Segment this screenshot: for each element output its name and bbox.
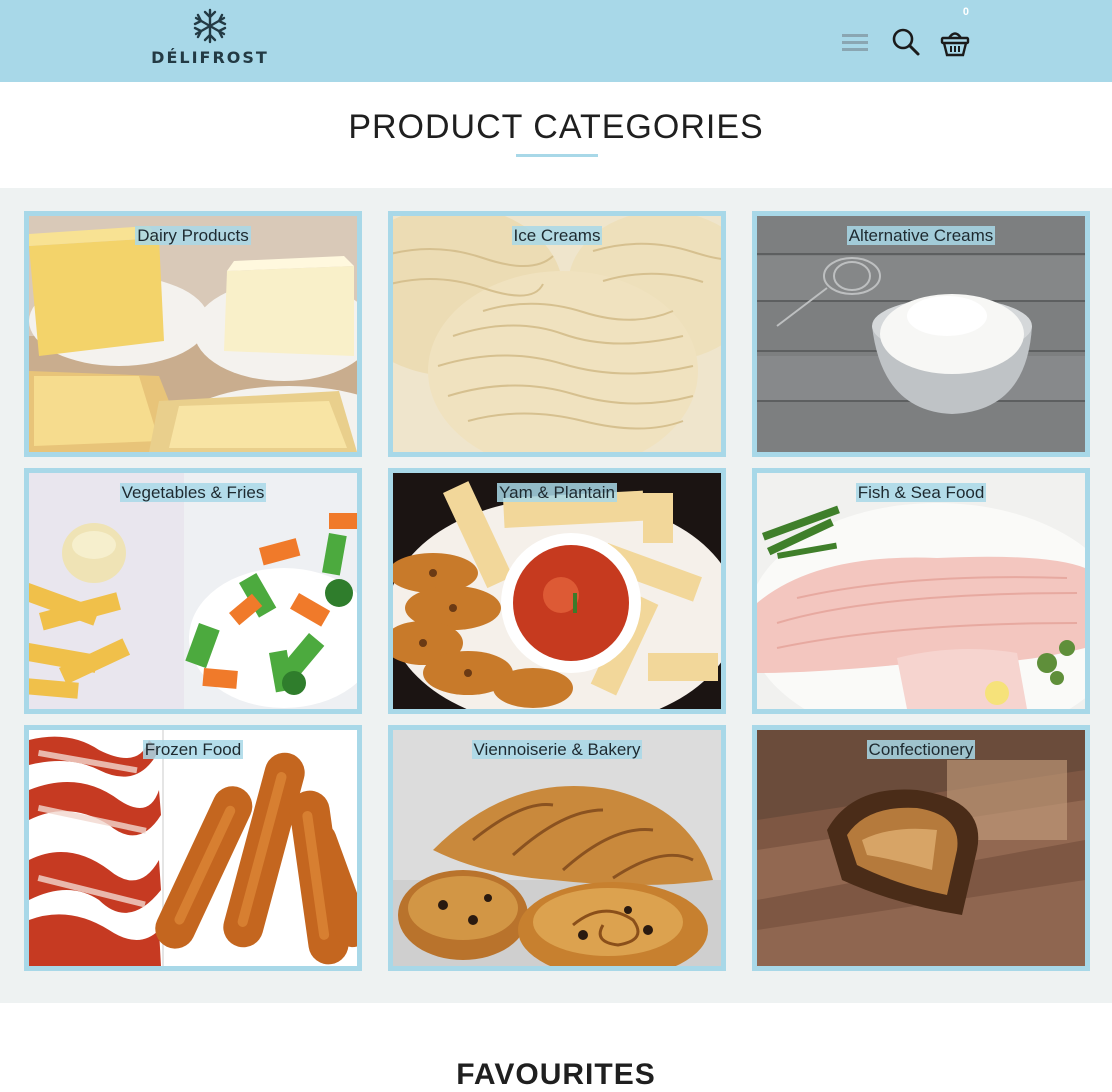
category-card-ice-creams[interactable]: Ice Creams bbox=[388, 211, 726, 457]
site-header: DÉLIFROST 0 bbox=[0, 0, 1112, 82]
category-card-vegetables-fries[interactable]: Vegetables & Fries bbox=[24, 468, 362, 714]
category-label-text: Alternative Creams bbox=[846, 226, 996, 245]
category-card-frozen-food[interactable]: Frozen Food bbox=[24, 725, 362, 971]
category-card-alternative-creams[interactable]: Alternative Creams bbox=[752, 211, 1090, 457]
yam-plantain-image bbox=[393, 473, 721, 709]
ice-creams-image bbox=[393, 216, 721, 452]
category-grid: Dairy Products Ice Creams Alternative Cr… bbox=[24, 211, 1090, 971]
cart-count-badge: 0 bbox=[962, 6, 969, 18]
vegetables-fries-image bbox=[29, 473, 357, 709]
category-label: Fish & Sea Food bbox=[757, 483, 1085, 503]
category-label: Viennoiserie & Bakery bbox=[393, 740, 721, 760]
fish-sea-food-image bbox=[757, 473, 1085, 709]
categories-heading: PRODUCT CATEGORIES bbox=[0, 82, 1112, 188]
menu-button[interactable] bbox=[835, 22, 875, 62]
category-label-text: Fish & Sea Food bbox=[855, 483, 987, 502]
category-label: Frozen Food bbox=[29, 740, 357, 760]
category-card-confectionery[interactable]: Confectionery bbox=[752, 725, 1090, 971]
categories-section: Dairy Products Ice Creams Alternative Cr… bbox=[0, 188, 1112, 1003]
category-label: Confectionery bbox=[757, 740, 1085, 760]
cart-button[interactable]: 0 bbox=[935, 6, 975, 62]
category-label: Alternative Creams bbox=[757, 226, 1085, 246]
category-card-dairy-products[interactable]: Dairy Products bbox=[24, 211, 362, 457]
basket-icon bbox=[940, 32, 970, 57]
favourites-heading: FAVOURITES bbox=[456, 1058, 656, 1091]
category-card-fish-sea-food[interactable]: Fish & Sea Food bbox=[752, 468, 1090, 714]
brand-logo[interactable]: DÉLIFROST bbox=[150, 8, 270, 67]
category-label-text: Yam & Plantain bbox=[497, 483, 617, 502]
search-button[interactable] bbox=[886, 22, 926, 62]
brand-name: DÉLIFROST bbox=[151, 48, 269, 67]
category-card-viennoiserie-bakery[interactable]: Viennoiserie & Bakery bbox=[388, 725, 726, 971]
alternative-creams-image bbox=[757, 216, 1085, 452]
confectionery-image bbox=[757, 730, 1085, 966]
page-title: PRODUCT CATEGORIES bbox=[348, 108, 764, 146]
category-label-text: Vegetables & Fries bbox=[119, 483, 267, 502]
category-card-yam-plantain[interactable]: Yam & Plantain bbox=[388, 468, 726, 714]
category-label: Yam & Plantain bbox=[393, 483, 721, 503]
menu-icon bbox=[842, 34, 868, 51]
category-label: Dairy Products bbox=[29, 226, 357, 246]
category-label-text: Ice Creams bbox=[511, 226, 603, 245]
frozen-food-image bbox=[29, 730, 357, 966]
snowflake-icon bbox=[193, 8, 227, 44]
title-underline bbox=[516, 154, 598, 157]
viennoiserie-bakery-image bbox=[393, 730, 721, 966]
category-label: Vegetables & Fries bbox=[29, 483, 357, 503]
category-label-text: Frozen Food bbox=[142, 740, 244, 759]
category-label-text: Viennoiserie & Bakery bbox=[471, 740, 643, 759]
search-icon bbox=[892, 28, 920, 56]
dairy-products-image bbox=[29, 216, 357, 452]
category-label-text: Dairy Products bbox=[135, 226, 251, 245]
category-label: Ice Creams bbox=[393, 226, 721, 246]
category-label-text: Confectionery bbox=[866, 740, 976, 759]
